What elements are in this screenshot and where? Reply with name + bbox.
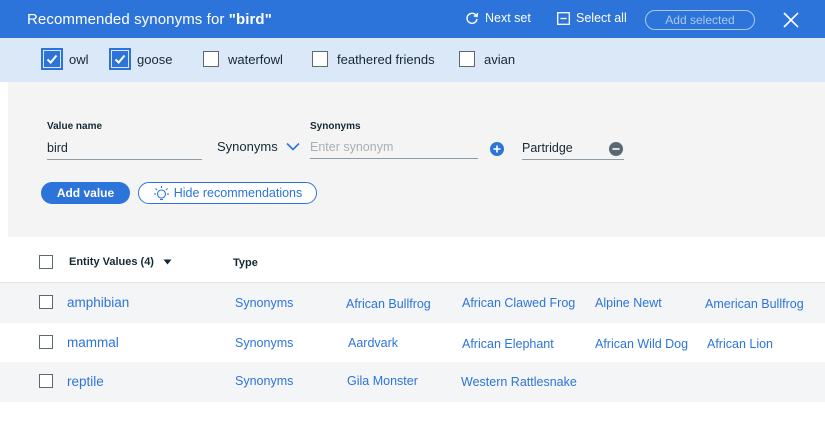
add-synonym-icon[interactable] (490, 142, 504, 156)
suggestion-feathered-friends[interactable]: feathered friends (312, 51, 435, 67)
suggestion-label: avian (484, 51, 516, 67)
header-title-term: "bird" (228, 11, 272, 28)
synonym-input[interactable]: Enter synonym (310, 140, 478, 159)
suggestion-label: feathered friends (337, 51, 435, 67)
synonym-item: American Bullfrog (705, 297, 804, 311)
suggestion-label: owl (69, 51, 89, 67)
recommendation-header: Recommended synonyms for "bird" Next set… (0, 0, 825, 38)
synonym-item: Aardvark (348, 336, 399, 350)
synonym-item: African Wild Dog (595, 337, 689, 351)
remove-synonym-icon[interactable] (609, 142, 623, 156)
add-value-button[interactable]: Add value (41, 182, 130, 204)
synonym-item: Alpine Newt (595, 296, 662, 310)
synonym-item: Western Rattlesnake (461, 375, 577, 389)
synonym-suggestions: owl goose waterfowl feathered friends av… (0, 38, 825, 82)
row-checkbox[interactable] (39, 374, 53, 388)
entity-value-name[interactable]: reptile (67, 374, 104, 389)
entity-value-name[interactable]: amphibian (67, 295, 129, 310)
next-set-label: Next set (485, 11, 531, 25)
next-set-button[interactable]: Next set (465, 11, 531, 25)
select-all-rows-checkbox[interactable] (39, 255, 53, 269)
select-all-label: Select all (576, 11, 627, 25)
suggestion-owl[interactable]: owl (41, 48, 89, 70)
chevron-down-icon (286, 142, 300, 151)
table-row: reptile Synonyms Gila Monster Western Ra… (0, 362, 825, 402)
suggestion-label: goose (137, 51, 173, 67)
hide-recommendations-label: Hide recommendations (173, 186, 303, 200)
add-selected-button[interactable]: Add selected (645, 10, 755, 30)
entity-value-type: Synonyms (235, 374, 294, 388)
value-name-label: Value name (47, 121, 103, 132)
checkbox-unchecked-icon[interactable] (312, 51, 328, 67)
suggestion-waterfowl[interactable]: waterfowl (203, 51, 283, 67)
entity-value-name[interactable]: mammal (67, 335, 119, 350)
synonym-item: African Bullfrog (346, 297, 431, 311)
synonym-item: African Elephant (462, 337, 554, 351)
checkbox-checked-icon[interactable] (109, 48, 131, 70)
checkbox-unchecked-icon[interactable] (203, 51, 219, 67)
checkbox-unchecked-icon[interactable] (459, 51, 475, 67)
select-all-checkbox-icon (557, 11, 570, 25)
hide-recommendations-button[interactable]: Hide recommendations (138, 182, 317, 204)
checkbox-checked-icon[interactable] (41, 48, 63, 70)
table-row: amphibian Synonyms African Bullfrog Afri… (0, 283, 825, 323)
suggestion-goose[interactable]: goose (109, 48, 173, 70)
lightbulb-icon (153, 186, 169, 201)
synonym-item: African Clawed Frog (462, 296, 576, 310)
refresh-icon (466, 12, 479, 24)
entity-value-type: Synonyms (235, 296, 294, 310)
row-checkbox[interactable] (39, 295, 53, 309)
synonym-item: African Lion (707, 337, 774, 351)
select-all-button[interactable]: Select all (557, 11, 627, 25)
synonyms-label: Synonyms (310, 121, 361, 132)
header-title: Recommended synonyms for "bird" (27, 11, 272, 28)
table-row: mammal Synonyms Aardvark African Elephan… (0, 323, 825, 363)
entity-value-type: Synonyms (235, 336, 294, 350)
type-column-header: Type (233, 257, 258, 269)
synonym-item: Gila Monster (347, 374, 418, 388)
header-title-prefix: Recommended synonyms for (27, 11, 229, 28)
sort-down-icon (163, 259, 172, 265)
type-select[interactable]: Synonyms (217, 139, 300, 154)
close-icon[interactable] (782, 11, 800, 29)
entity-values-column-header[interactable]: Entity Values (4) (69, 256, 172, 268)
suggestion-label: waterfowl (228, 51, 283, 67)
suggestion-avian[interactable]: avian (459, 51, 515, 67)
type-select-value: Synonyms (217, 139, 278, 154)
row-checkbox[interactable] (39, 335, 53, 349)
table-header: Entity Values (4) Type (0, 240, 825, 283)
value-name-input[interactable]: bird (47, 141, 202, 160)
entity-values-header-label: Entity Values (4) (69, 256, 154, 268)
